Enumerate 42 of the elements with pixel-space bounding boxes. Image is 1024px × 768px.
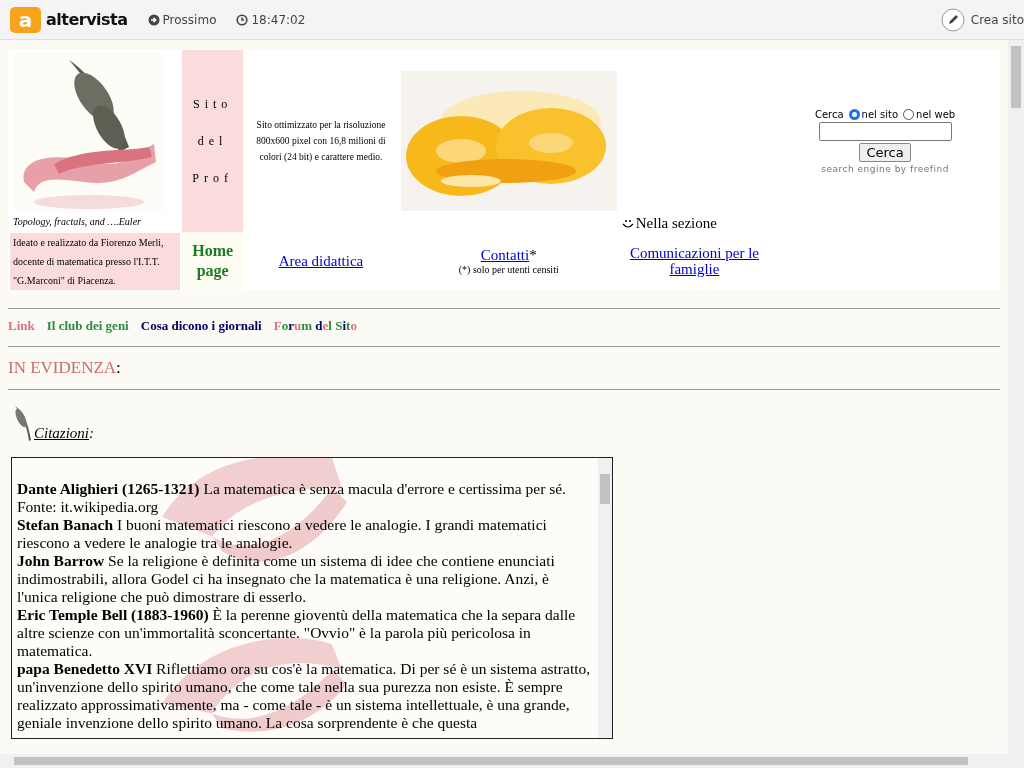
section-heading: IN EVIDENZA bbox=[8, 358, 117, 377]
radio-button[interactable] bbox=[848, 108, 860, 120]
arrow-circle-icon bbox=[147, 13, 160, 26]
forum-link[interactable]: Forum del Sito bbox=[273, 318, 357, 334]
contacts-note: (*) solo per utenti censiti bbox=[457, 264, 560, 275]
site-title-word: Sito bbox=[191, 96, 234, 112]
families-link[interactable]: Comunicazioni per le famiglie bbox=[620, 244, 769, 277]
section-note: Nella sezione bbox=[635, 215, 717, 232]
search-credit: search engine by freefind bbox=[821, 163, 949, 174]
scrollbar[interactable] bbox=[598, 458, 612, 738]
author-credit: Ideato e realizzato da Fiorenzo Merli, docente di matematica presso l'I.T.T. "G.Marconi" di Piacenza. bbox=[10, 232, 180, 290]
page-scrollbar[interactable] bbox=[1008, 40, 1024, 754]
heading-colon: : bbox=[116, 358, 121, 377]
nav-link[interactable]: Cosa dicono i giornali bbox=[140, 318, 262, 334]
image-caption: Topology, fractals, and ….Euler bbox=[12, 214, 142, 229]
teaching-area-link[interactable]: Area didattica bbox=[278, 252, 364, 269]
search-button[interactable]: Cerca bbox=[859, 142, 911, 162]
quote-text: Stefan Banach I buoni matematici riescono a vedere le analogie. I grandi matematici riescono a vedere le analogie tra le analogie. bbox=[17, 516, 548, 552]
search-scope-option[interactable]: nel web bbox=[903, 108, 956, 120]
contacts-link[interactable]: Contatti bbox=[480, 247, 530, 263]
site-title-word: del bbox=[196, 133, 229, 149]
radio-button[interactable] bbox=[903, 108, 915, 120]
quotes-heading: Citazioni bbox=[34, 425, 89, 442]
clock-icon bbox=[236, 13, 249, 26]
quote-text: Dante Alighieri (1265-1321) La matematica è senza macula d'errore e certissima per sé. Fonte: it.wikipedia.org bbox=[17, 480, 567, 516]
nav-link[interactable]: Il club dei geni bbox=[46, 318, 129, 334]
search-scope-option[interactable]: nel sito bbox=[848, 108, 899, 120]
clock-time: 18:47:02 bbox=[251, 12, 306, 27]
brand-name[interactable]: altervista bbox=[46, 10, 128, 29]
next-link[interactable]: Prossimo bbox=[147, 12, 217, 27]
pencil-icon bbox=[940, 7, 965, 32]
contacts-mark: * bbox=[529, 247, 537, 263]
search-field[interactable] bbox=[818, 121, 952, 141]
search-label: Cerca bbox=[814, 108, 844, 120]
quote-text: papa Benedetto XVI Riflettiamo ora su cos'è la matematica. Di per sé è un sistema astratto, un'invenzione dello spirito umano, che come tale nella sua purezza non esiste. È sempre realizzato approssimativamente, ma - come tale - è un sistema intellettuale, è una grande, geniale invenzione dello spirito umano. La cosa sorprendente è che questa bbox=[17, 660, 592, 732]
resolution-note: Sito ottimizzato per la risoluzione 800x600 pixel con 16,8 milioni di colori (24 bit) e carattere medio. bbox=[255, 119, 387, 164]
quote-text: John Barrow Se la religione è definita come un sistema di idee che contiene enunciati indimostrabili, allora Godel ci ha insegnato che la matematica è una religione. Anzi, è l'unica religione che può dimostrare di esserlo. bbox=[17, 552, 556, 606]
heading-colon: : bbox=[89, 425, 94, 442]
horizontal-scrollbar[interactable] bbox=[0, 754, 1024, 768]
site-title-word: Prof bbox=[191, 170, 234, 186]
create-site-link[interactable]: Crea sito bbox=[940, 7, 1024, 32]
quote-text: Eric Temple Bell (1883-1960) È la perenne gioventù della matematica che la separa dalle altre scienze con un'immortalità sconcertante. "Ovvio" è la parola più pericolosa in matematica. bbox=[17, 606, 577, 660]
